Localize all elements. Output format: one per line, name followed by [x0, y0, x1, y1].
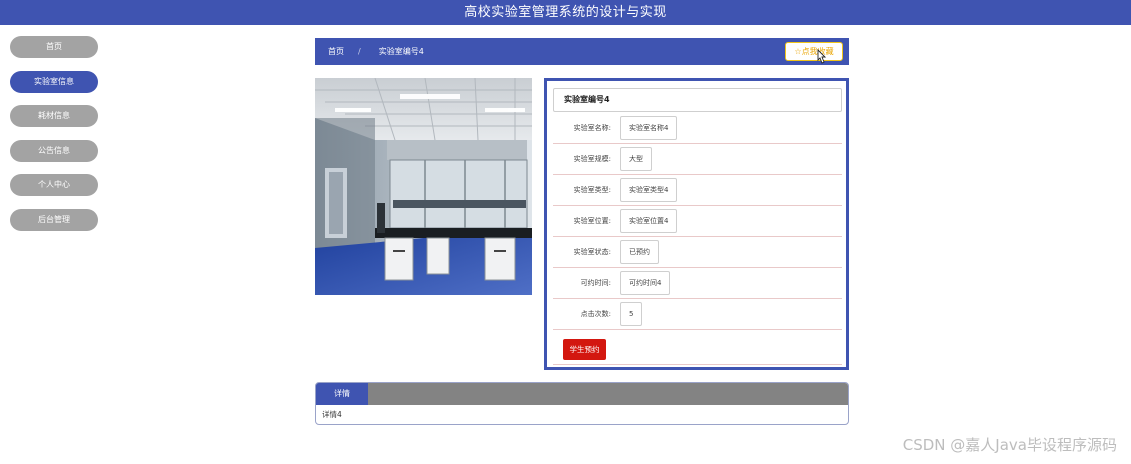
tab-content: 详情4 — [322, 410, 342, 419]
sidebar-item-profile[interactable]: 个人中心 — [10, 174, 98, 196]
field-value: 已预约 — [620, 240, 659, 264]
field-row-location: 实验室位置: 实验室位置4 — [553, 206, 842, 237]
divider — [553, 364, 842, 365]
sidebar: 首页 实验室信息 耗材信息 公告信息 个人中心 后台管理 — [10, 36, 98, 243]
field-value: 可约时间4 — [620, 271, 671, 295]
favorite-button[interactable]: ☆点我收藏 — [785, 42, 843, 61]
tab-bar: 详情 — [316, 383, 848, 405]
breadcrumb-current: 实验室编号4 — [378, 47, 424, 56]
app-header: 高校实验室管理系统的设计与实现 — [0, 0, 1131, 25]
field-row-scale: 实验室规模: 大型 — [553, 144, 842, 175]
mouse-pointer-icon — [817, 49, 827, 64]
laboratory-illustration — [315, 78, 532, 295]
field-label: 实验室位置: — [573, 217, 611, 225]
app-title: 高校实验室管理系统的设计与实现 — [464, 5, 667, 20]
field-value: 大型 — [620, 147, 652, 171]
field-row-available-time: 可约时间: 可约时间4 — [553, 268, 842, 299]
field-row-status: 实验室状态: 已预约 — [553, 237, 842, 268]
field-label: 实验室状态: — [573, 248, 611, 256]
field-label: 实验室规模: — [573, 155, 611, 163]
field-row-type: 实验室类型: 实验室类型4 — [553, 175, 842, 206]
sidebar-item-home[interactable]: 首页 — [10, 36, 98, 58]
field-row-name: 实验室名称: 实验室名称4 — [553, 113, 842, 144]
breadcrumb-home[interactable]: 首页 — [328, 46, 344, 57]
field-value: 实验室类型4 — [620, 178, 678, 202]
sidebar-item-consumables[interactable]: 耗材信息 — [10, 105, 98, 127]
field-row-click-count: 点击次数: 5 — [553, 299, 842, 330]
breadcrumb-separator: / — [358, 47, 361, 56]
field-value: 实验室位置4 — [620, 209, 678, 233]
breadcrumb: 首页 / 实验室编号4 ☆点我收藏 — [315, 38, 849, 65]
detail-tabs: 详情 详情4 — [315, 382, 849, 425]
field-label: 可约时间: — [580, 279, 611, 287]
watermark: CSDN @嘉人Java毕设程序源码 — [902, 436, 1117, 454]
lab-detail-card: 实验室编号4 实验室名称: 实验室名称4 实验室规模: 大型 实验室类型: 实验… — [544, 78, 849, 370]
sidebar-item-announcements[interactable]: 公告信息 — [10, 139, 98, 162]
field-value: 实验室名称4 — [620, 116, 678, 140]
field-label: 实验室名称: — [573, 124, 611, 132]
field-label: 实验室类型: — [573, 186, 611, 194]
field-label: 点击次数: — [580, 310, 611, 318]
tab-details[interactable]: 详情 — [316, 383, 368, 405]
sidebar-item-admin[interactable]: 后台管理 — [10, 208, 98, 231]
lab-photo — [315, 78, 532, 295]
detail-title: 实验室编号4 — [553, 88, 842, 112]
sidebar-item-lab-info[interactable]: 实验室信息 — [10, 70, 98, 93]
student-reserve-button[interactable]: 学生预约 — [563, 339, 606, 360]
field-value: 5 — [620, 302, 643, 326]
